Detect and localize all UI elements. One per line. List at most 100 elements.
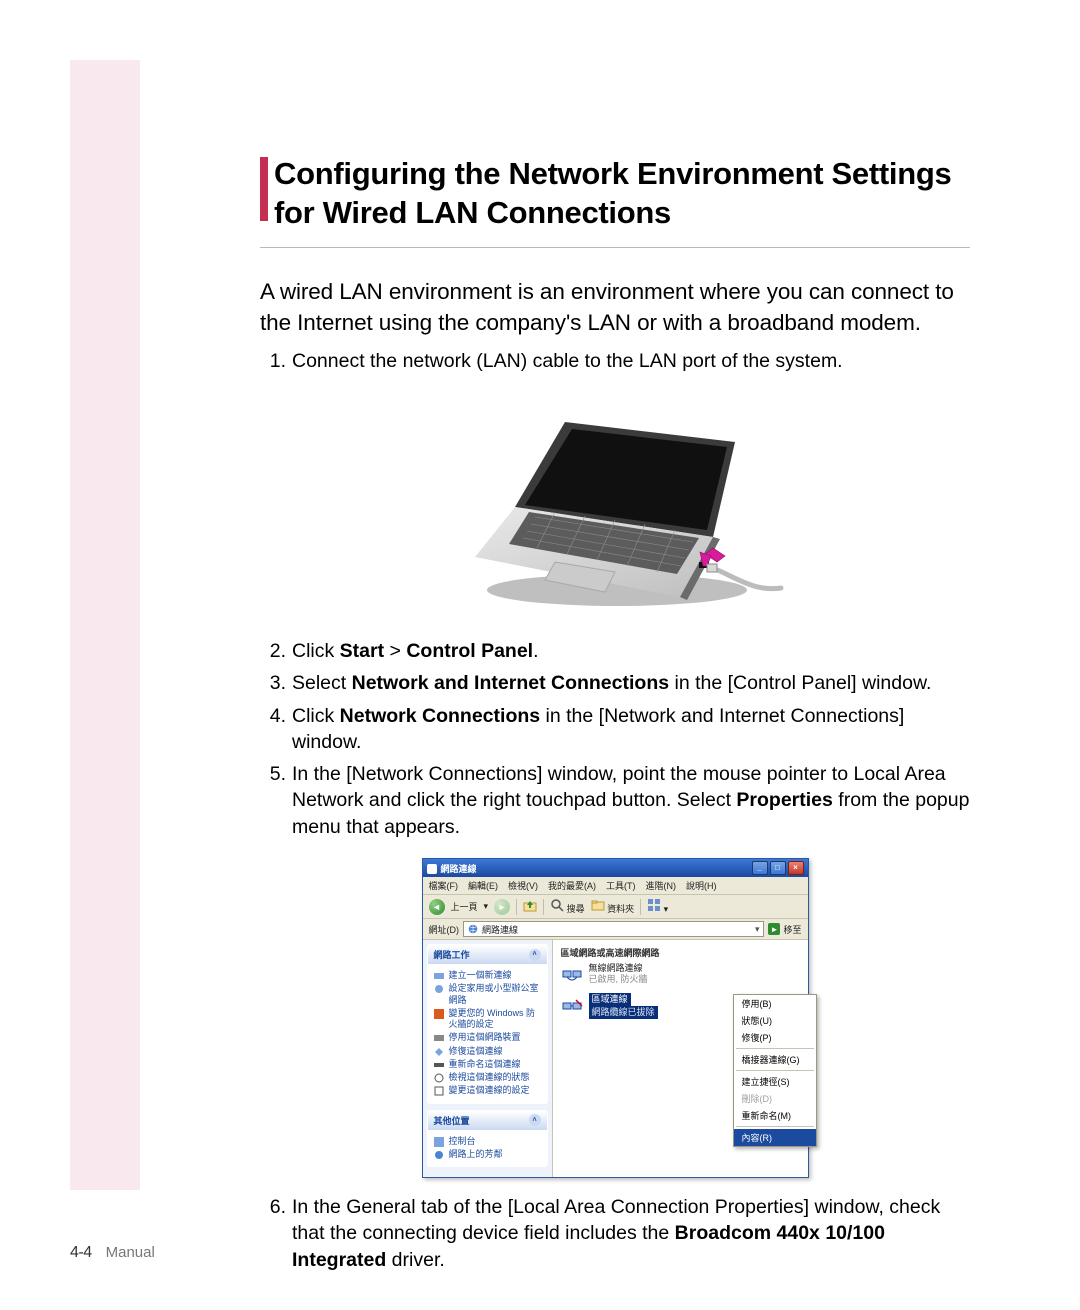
task-link[interactable]: 重新命名這個連線 xyxy=(434,1059,541,1070)
manual-page: Configuring the Network Environment Sett… xyxy=(0,0,1080,1310)
window-title-text: 網路連線 xyxy=(427,862,477,875)
other-link[interactable]: 網路上的芳鄰 xyxy=(434,1149,541,1160)
window-toolbar: ◄ 上一頁 ▾ ► 搜尋 資料夾 xyxy=(423,895,808,919)
wifi-connection-status: 已啟用, 防火牆 xyxy=(589,974,648,985)
task-link[interactable]: 停用這個網路裝置 xyxy=(434,1032,541,1043)
menu-tools[interactable]: 工具(T) xyxy=(606,879,636,892)
task-link[interactable]: 修復這個連線 xyxy=(434,1046,541,1057)
step-4-text-a: Click xyxy=(292,705,340,727)
address-go-button[interactable]: ► 移至 xyxy=(768,923,801,936)
step-5: In the [Network Connections] window, poi… xyxy=(288,761,970,840)
menu-advanced[interactable]: 進階(N) xyxy=(646,879,677,892)
menu-edit[interactable]: 編輯(E) xyxy=(468,879,498,892)
wifi-connection-item[interactable]: 無線網路連線 已啟用, 防火牆 xyxy=(561,963,800,985)
address-value: 網路連線 xyxy=(482,923,518,936)
page-number: 4-4 xyxy=(70,1244,92,1262)
task-link[interactable]: 設定家用或小型辦公室網路 xyxy=(434,983,541,1006)
toolbar-up-button[interactable] xyxy=(523,899,537,915)
go-icon: ► xyxy=(768,923,780,935)
ctx-repair[interactable]: 修復(P) xyxy=(734,1029,816,1046)
steps-list-cont2: In the General tab of the [Local Area Co… xyxy=(260,1194,970,1273)
chevron-up-icon: ˄ xyxy=(529,1114,541,1126)
laptop-figure xyxy=(260,392,970,622)
window-address-bar: 網址(D) 網路連線 ▾ ► 移至 xyxy=(423,919,808,940)
toolbar-separator xyxy=(640,899,641,915)
chapter-margin-bar xyxy=(70,60,140,1190)
lan-connection-status: 網路纜線已拔除 xyxy=(589,1006,658,1019)
tasks-panel-header[interactable]: 網路工作 ˄ xyxy=(428,945,547,964)
toolbar-views-button[interactable]: ▾ xyxy=(647,898,668,915)
ctx-bridge[interactable]: 橋接器連線(G) xyxy=(734,1051,816,1068)
menu-file[interactable]: 檔案(F) xyxy=(429,879,459,892)
context-menu: 停用(B) 狀態(U) 修復(P) 橋接器連線(G) 建立捷徑(S) 刪除(D)… xyxy=(733,994,817,1147)
ctx-status[interactable]: 狀態(U) xyxy=(734,1012,816,1029)
search-icon xyxy=(550,898,564,912)
lan-section-header: 區域網路或高速網際網路 xyxy=(561,946,800,959)
step-3-bold: Network and Internet Connections xyxy=(352,672,669,694)
step-1: Connect the network (LAN) cable to the L… xyxy=(288,348,970,374)
step-6-text-b: driver. xyxy=(386,1249,445,1271)
window-maximize-button[interactable]: □ xyxy=(770,861,786,875)
intro-paragraph: A wired LAN environment is an environmen… xyxy=(260,276,970,338)
wifi-connection-icon xyxy=(561,963,583,985)
folder-up-icon xyxy=(523,899,537,913)
ctx-disable[interactable]: 停用(B) xyxy=(734,995,816,1012)
lan-connection-icon xyxy=(561,995,583,1017)
task-link[interactable]: 檢視這個連線的狀態 xyxy=(434,1072,541,1083)
step-2: Click Start > Control Panel. xyxy=(288,638,970,664)
address-input[interactable]: 網路連線 ▾ xyxy=(463,921,764,937)
ctx-separator xyxy=(736,1048,814,1049)
heading-block: Configuring the Network Environment Sett… xyxy=(260,155,970,248)
step-5-bold: Properties xyxy=(736,789,832,811)
window-titlebar[interactable]: 網路連線 _ □ × xyxy=(423,859,808,877)
step-2-text-a: Click xyxy=(292,640,340,662)
repair-icon xyxy=(434,1047,444,1057)
step-2-control-panel: Control Panel xyxy=(406,640,533,662)
menu-favorites[interactable]: 我的最愛(A) xyxy=(548,879,596,892)
window-close-button[interactable]: × xyxy=(788,861,804,875)
ctx-shortcut[interactable]: 建立捷徑(S) xyxy=(734,1073,816,1090)
toolbar-search-button[interactable]: 搜尋 xyxy=(550,898,585,915)
window-body: 網路工作 ˄ 建立一個新連線 設定家用或小型辦公室網路 變更您的 Windows… xyxy=(423,940,808,1177)
window-minimize-button[interactable]: _ xyxy=(752,861,768,875)
firewall-icon xyxy=(434,1009,444,1019)
laptop-illustration xyxy=(445,392,785,622)
other-link[interactable]: 控制台 xyxy=(434,1136,541,1147)
toolbar-back-button[interactable]: ◄ xyxy=(429,899,445,915)
window-menubar[interactable]: 檔案(F) 編輯(E) 檢視(V) 我的最愛(A) 工具(T) 進階(N) 說明… xyxy=(423,877,808,895)
ctx-delete: 刪除(D) xyxy=(734,1090,816,1107)
task-link[interactable]: 變更這個連線的設定 xyxy=(434,1085,541,1096)
wifi-connection-name: 無線網路連線 xyxy=(589,963,648,974)
address-label: 網址(D) xyxy=(429,923,460,936)
address-dropdown-icon[interactable]: ▾ xyxy=(755,924,760,935)
menu-help[interactable]: 說明(H) xyxy=(686,879,717,892)
page-footer: 4-4 Manual xyxy=(70,1244,155,1262)
toolbar-forward-button[interactable]: ► xyxy=(494,899,510,915)
toolbar-folders-button[interactable]: 資料夾 xyxy=(591,898,635,915)
tasks-panel: 網路工作 ˄ 建立一個新連線 設定家用或小型辦公室網路 變更您的 Windows… xyxy=(427,944,548,1104)
folders-icon xyxy=(591,898,605,912)
task-link[interactable]: 建立一個新連線 xyxy=(434,970,541,981)
lan-connection-name: 區域連線 xyxy=(589,993,631,1006)
steps-list: Connect the network (LAN) cable to the L… xyxy=(260,348,970,374)
heading-accent-bar xyxy=(260,157,268,221)
window-tasks-pane: 網路工作 ˄ 建立一個新連線 設定家用或小型辦公室網路 變更您的 Windows… xyxy=(423,940,553,1177)
address-icon xyxy=(468,924,478,934)
task-link[interactable]: 變更您的 Windows 防火牆的設定 xyxy=(434,1008,541,1031)
step-4: Click Network Connections in the [Networ… xyxy=(288,703,970,756)
other-places-header[interactable]: 其他位置 ˄ xyxy=(428,1111,547,1130)
network-places-icon xyxy=(434,1150,444,1160)
ctx-rename[interactable]: 重新命名(M) xyxy=(734,1107,816,1124)
rename-icon xyxy=(434,1060,444,1070)
chevron-up-icon: ˄ xyxy=(529,949,541,961)
step-3: Select Network and Internet Connections … xyxy=(288,670,970,696)
home-network-icon xyxy=(434,984,444,994)
status-icon xyxy=(434,1073,444,1083)
step-4-bold: Network Connections xyxy=(340,705,540,727)
windows-figure: 網路連線 _ □ × 檔案(F) 編輯(E) 檢視(V) 我的最愛(A) 工具(… xyxy=(260,858,970,1178)
step-3-text-a: Select xyxy=(292,672,352,694)
ctx-properties[interactable]: 內容(R) xyxy=(734,1129,816,1146)
step-2-text-b: > xyxy=(384,640,406,662)
other-places-body: 控制台 網路上的芳鄰 xyxy=(428,1130,547,1167)
menu-view[interactable]: 檢視(V) xyxy=(508,879,538,892)
